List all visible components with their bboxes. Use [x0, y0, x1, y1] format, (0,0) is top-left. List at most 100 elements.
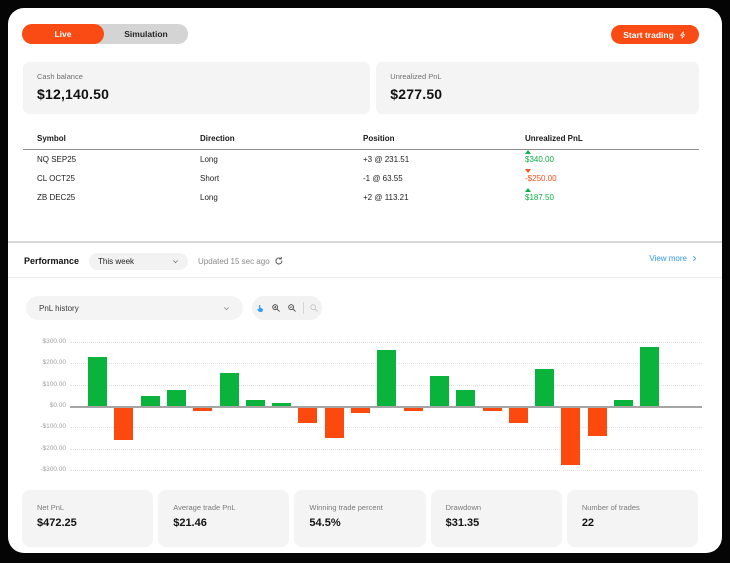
y-axis-tick-label: $200.00 [42, 359, 67, 367]
pnl-bar[interactable] [193, 408, 213, 411]
start-trading-button[interactable]: Start trading [611, 25, 699, 44]
stat-label: Drawdown [445, 503, 482, 512]
summary-cards: Cash balance $12,140.50 Unrealized PnL $… [23, 62, 699, 114]
gridline [70, 342, 702, 343]
pnl-chart-plot[interactable] [70, 334, 702, 478]
cell-position: +2 @ 113.21 [363, 193, 409, 202]
chevron-down-icon [173, 259, 178, 263]
cash-balance-value: $12,140.50 [37, 86, 110, 102]
col-position: Position [363, 134, 395, 143]
metric-select-value: PnL history [39, 303, 79, 313]
zero-line [70, 406, 702, 408]
pnl-bar[interactable] [324, 408, 344, 438]
y-axis-tick-label: $0.00 [49, 402, 66, 409]
y-axis-tick-label: $300.00 [42, 338, 67, 345]
mode-toggle[interactable]: Live Simulation [22, 24, 188, 44]
stat-label: Number of trades [581, 503, 640, 512]
drawdown-card: Drawdown $31.35 [430, 490, 562, 547]
zoom-out-icon[interactable] [287, 303, 298, 314]
refresh-icon[interactable] [274, 256, 284, 266]
table-row[interactable]: ZB DEC25 Long +2 @ 113.21 $187.50 [23, 188, 699, 207]
pnl-bar[interactable] [88, 356, 107, 406]
pnl-bar[interactable] [508, 408, 528, 423]
pnl-bar[interactable] [403, 408, 423, 412]
section-divider [8, 241, 722, 243]
pnl-chart-ylabels: $300.00 $200.00 $100.00 $0.00 -$100.00 -$200.… [18, 334, 66, 478]
range-select-value: This week [98, 256, 135, 266]
positions-table-header: Symbol Direction Position Unrealized PnL [23, 132, 699, 150]
stat-value: 22 [581, 517, 595, 529]
stat-value: $31.35 [445, 517, 480, 529]
cash-balance-card: Cash balance $12,140.50 [23, 62, 371, 114]
positions-table: Symbol Direction Position Unrealized PnL… [23, 132, 699, 207]
y-axis-tick-label: $100.00 [42, 380, 67, 388]
unrealized-pnl-card: Unrealized PnL $277.50 [376, 62, 699, 114]
pnl-bar[interactable] [535, 368, 555, 406]
toggle-simulation[interactable]: Simulation [104, 24, 188, 44]
cell-symbol: CL OCT25 [37, 174, 75, 183]
updated-status: Updated 15 sec ago [198, 256, 284, 266]
gridline [70, 427, 702, 429]
col-unrealized-pnl: Unrealized PnL [525, 134, 583, 143]
y-axis-tick-label: -$300.00 [40, 466, 66, 473]
main-panel: Live Simulation Start trading Cash balan… [8, 8, 722, 553]
view-more-label: View more [649, 254, 687, 263]
pnl-bar[interactable] [219, 372, 239, 406]
metric-select[interactable]: PnL history [26, 296, 243, 320]
pnl-bar[interactable] [351, 408, 370, 413]
average-trade-pnl-card: Average trade PnL $21.46 [158, 490, 290, 547]
stat-value: $472.25 [37, 517, 77, 529]
cell-position: +3 @ 231.51 [363, 155, 410, 164]
toolbar-divider [302, 302, 304, 314]
trend-down-icon [525, 169, 531, 173]
chart-toolbar [252, 296, 322, 320]
cell-symbol: ZB DEC25 [37, 193, 76, 202]
pnl-bar[interactable] [429, 376, 449, 406]
cell-direction: Long [200, 155, 218, 164]
stat-label: Average trade PnL [173, 503, 236, 512]
start-trading-label: Start trading [623, 29, 674, 40]
pnl-bar[interactable] [166, 389, 186, 406]
gridline [70, 448, 702, 450]
pnl-bar[interactable] [245, 400, 265, 406]
reset-zoom-icon[interactable] [309, 303, 320, 314]
stat-cards: Net PnL $472.25 Average trade PnL $21.46… [22, 490, 699, 547]
chevron-right-icon [693, 256, 697, 261]
y-axis-tick-label: -$100.00 [40, 423, 66, 431]
zoom-in-icon[interactable] [271, 303, 282, 314]
stat-label: Net PnL [37, 503, 65, 512]
table-row[interactable]: NQ SEP25 Long +3 @ 231.51 $340.00 [23, 150, 699, 169]
gridline [70, 470, 702, 471]
updated-text: Updated 15 sec ago [198, 256, 270, 266]
cell-direction: Long [200, 193, 218, 202]
trend-up-icon [525, 188, 531, 192]
net-pnl-card: Net PnL $472.25 [22, 490, 154, 547]
performance-header: Performance This week Updated 15 sec ago [24, 248, 284, 274]
range-select[interactable]: This week [89, 252, 189, 270]
view-more-link[interactable]: View more [649, 254, 698, 263]
stat-value: $21.46 [173, 517, 207, 529]
stat-label: Winning trade percent [309, 503, 383, 512]
pnl-bar[interactable] [640, 346, 660, 406]
winning-trade-percent-card: Winning trade percent 54.5% [294, 490, 426, 547]
pnl-bar[interactable] [456, 389, 476, 406]
pnl-bar[interactable] [614, 400, 633, 406]
table-row[interactable]: CL OCT25 Short -1 @ 63.55 -$250.00 [23, 169, 699, 188]
pnl-bar[interactable] [140, 396, 160, 406]
pnl-bar[interactable] [272, 403, 292, 406]
chevron-down-icon [224, 306, 229, 310]
pnl-bar[interactable] [377, 349, 397, 406]
pnl-bar[interactable] [114, 408, 134, 441]
pnl-bar[interactable] [561, 408, 581, 465]
pnl-bar[interactable] [298, 408, 318, 423]
trend-up-icon [525, 150, 531, 154]
hand-tool-icon[interactable] [255, 303, 266, 314]
pnl-bar[interactable] [587, 408, 607, 437]
toggle-live[interactable]: Live [22, 24, 104, 44]
pnl-bar[interactable] [482, 408, 502, 412]
cell-position: -1 @ 63.55 [363, 174, 403, 183]
number-of-trades-card: Number of trades 22 [566, 490, 699, 547]
performance-title: Performance [24, 256, 80, 266]
unrealized-pnl-label: Unrealized PnL [390, 72, 442, 81]
col-direction: Direction [200, 134, 235, 143]
